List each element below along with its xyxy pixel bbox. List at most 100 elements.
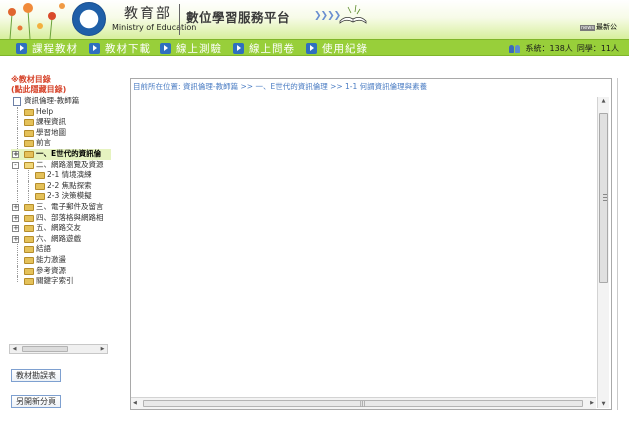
play-arrow-icon (89, 42, 100, 54)
users-icon (508, 44, 522, 53)
errata-button[interactable]: 教材勘誤表 (11, 369, 61, 382)
tree-horizontal-scrollbar[interactable]: ◀ ▶ (9, 344, 108, 354)
tree-item-label: 四、部落格與網路相 (36, 212, 104, 222)
ministry-emblem-icon (72, 2, 106, 36)
scrollbar-thumb[interactable] (599, 113, 608, 283)
nav-label: 線上問卷 (249, 42, 295, 55)
scroll-down-icon[interactable]: ▼ (598, 401, 609, 407)
folder-icon (24, 246, 34, 254)
folder-icon (24, 129, 34, 137)
nav-online-quiz[interactable]: 線上測驗 (160, 42, 222, 55)
tree-item-label: 2-2 焦點探索 (47, 180, 92, 190)
news-tag: news (580, 25, 595, 31)
tree-item-label: 六、網路遊戲 (36, 233, 81, 243)
tree-item-2-3[interactable]: 2-3 決策模擬 (11, 191, 111, 202)
catalog-title-line: ※教材目錄 (11, 75, 51, 84)
scrollbar-thumb[interactable] (22, 346, 68, 352)
scroll-left-icon[interactable]: ◀ (133, 400, 137, 406)
nav-usage-records[interactable]: 使用紀錄 (306, 42, 368, 55)
nav-course-materials[interactable]: 課程教材 (16, 42, 78, 55)
folder-icon (24, 256, 34, 264)
nav-online-survey[interactable]: 線上問卷 (233, 42, 295, 55)
folder-icon (24, 278, 34, 286)
flower-decoration-icon (8, 3, 65, 39)
site-header: 教育部 Ministry of Education 數位學習服務平台 ❯❯❯❯ … (0, 0, 629, 39)
classmates-count: 11人 (600, 44, 619, 53)
folder-icon (24, 140, 34, 148)
tree-item-course-info[interactable]: 課程資訊 (11, 117, 111, 128)
tree-item-chapter-5[interactable]: + 五、網路交友 (11, 223, 111, 234)
tree-item-learning-map[interactable]: 學習地圖 (11, 127, 111, 139)
folder-icon (24, 235, 34, 243)
tree-item-brainstorm[interactable]: 能力激盪 (11, 254, 111, 266)
nav-label: 課程教材 (32, 42, 78, 55)
content-horizontal-scrollbar[interactable]: ◀ ||| ▶ (131, 397, 596, 409)
tree-item-label: 2-1 情境演練 (47, 170, 92, 180)
breadcrumb: 目前所在位置: 資訊倫理-教師篇 >> 一、E世代的資訊倫理 >> 1-1 何謂… (133, 82, 428, 91)
scroll-left-icon[interactable]: ◀ (10, 345, 19, 353)
tree-item-keyword-index[interactable]: 關鍵字索引 (11, 276, 111, 287)
open-new-tab-button[interactable]: 另開新分頁 (11, 395, 61, 408)
expand-icon[interactable]: + (12, 150, 19, 158)
tree-item-label: 二、網路瀏覽及資源 (36, 159, 104, 169)
folder-icon (24, 267, 34, 275)
tree-item-help[interactable]: Help (11, 106, 111, 118)
news-link[interactable]: news 最新公 (580, 22, 617, 32)
tree-item-preface[interactable]: 前言 (11, 138, 111, 149)
news-text: 最新公 (595, 23, 617, 31)
nav-label: 教材下載 (105, 42, 151, 55)
classmates-label: 同學： (576, 44, 601, 53)
scroll-right-icon[interactable]: ▶ (98, 345, 107, 353)
tree-item-chapter-4[interactable]: + 四、部落格與網路相 (11, 213, 111, 224)
catalog-title[interactable]: ※教材目錄 (點此隱藏目錄) (11, 75, 66, 95)
tree-item-label: 結語 (36, 244, 51, 254)
arrows-decoration-icon: ❯❯❯❯ (314, 11, 341, 21)
tree-item-references[interactable]: 參考資源 (11, 265, 111, 277)
folder-icon (24, 108, 34, 116)
tree-item-label: 前言 (36, 138, 51, 148)
tree-item-conclusion[interactable]: 結語 (11, 244, 111, 255)
tree-item-label: 關鍵字索引 (36, 276, 74, 286)
tree-item-2-1[interactable]: 2-1 情境演練 (11, 170, 111, 181)
scroll-up-icon[interactable]: ▲ (598, 98, 609, 104)
tree-item-label: 資訊倫理-教師篇 (24, 96, 80, 105)
nav-material-download[interactable]: 教材下載 (89, 42, 151, 55)
tree-item-label: 三、電子郵件及留言 (36, 201, 104, 211)
tree-item-chapter-1[interactable]: + 一、E世代的資訊倫 (11, 148, 111, 160)
play-arrow-icon (16, 42, 27, 54)
folder-open-icon (24, 161, 34, 169)
folder-icon (24, 119, 34, 127)
tree-item-label: 學習地圖 (36, 127, 66, 137)
folder-icon (35, 193, 45, 201)
expand-icon[interactable]: + (12, 235, 19, 243)
nav-label: 線上測驗 (176, 42, 222, 55)
tree-item-label: 一、E世代的資訊倫 (36, 148, 102, 158)
scroll-right-icon[interactable]: ▶ (590, 400, 594, 406)
tree-item-chapter-2[interactable]: - 二、網路瀏覽及資源 (11, 160, 111, 171)
tree-item-root[interactable]: 資訊倫理-教師篇 (11, 96, 111, 107)
collapse-icon[interactable]: - (12, 161, 19, 169)
tree-item-chapter-6[interactable]: + 六、網路遊戲 (11, 234, 111, 245)
tree-item-label: Help (36, 106, 54, 116)
tree-item-2-2[interactable]: 2-2 焦點探索 (11, 180, 111, 192)
ministry-name-en: Ministry of Education (112, 23, 197, 32)
play-arrow-icon (160, 42, 171, 54)
online-status: 系統： 138人 同學： 11人 (508, 43, 619, 54)
hide-catalog-link[interactable]: (點此隱藏目錄) (11, 85, 66, 95)
right-frame-edge (617, 78, 618, 410)
folder-icon (35, 182, 45, 190)
tree-item-chapter-3[interactable]: + 三、電子郵件及留言 (11, 202, 111, 213)
folder-icon (24, 225, 34, 233)
system-count: 138人 (549, 44, 573, 53)
expand-icon[interactable]: + (12, 203, 19, 211)
folder-icon (35, 172, 45, 180)
play-arrow-icon (306, 42, 317, 54)
expand-icon[interactable]: + (12, 214, 19, 222)
content-vertical-scrollbar[interactable]: ▲ ▼ (597, 97, 609, 408)
tree-item-label: 能力激盪 (36, 254, 66, 264)
tree-item-label: 2-3 決策模擬 (47, 191, 92, 201)
header-divider (179, 4, 180, 35)
ministry-name-zh: 教育部 (124, 6, 172, 22)
folder-icon (24, 203, 34, 211)
expand-icon[interactable]: + (12, 225, 19, 233)
